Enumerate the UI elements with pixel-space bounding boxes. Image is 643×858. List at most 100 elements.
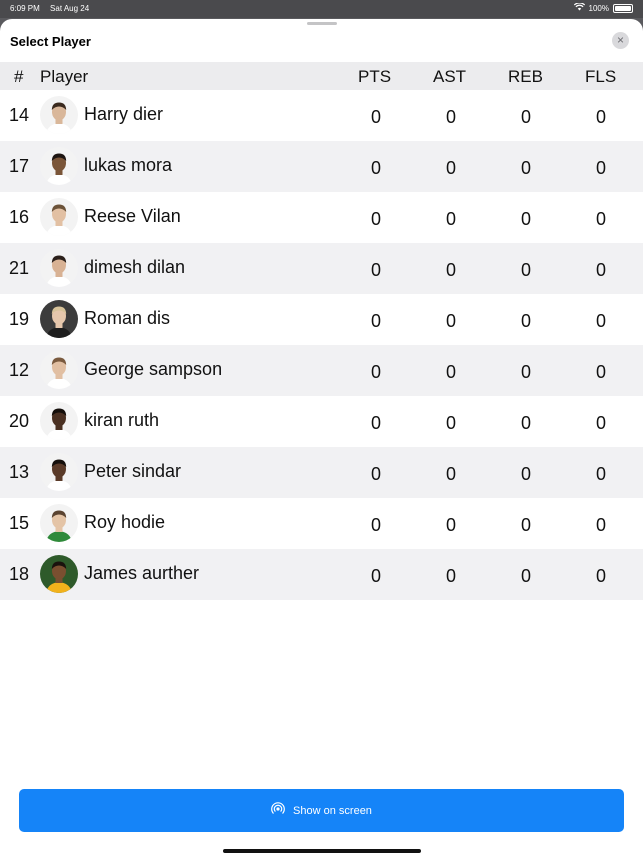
player-list: 14 Harry dier 0 0 0 0 17 lukas mora 0 0 0 0 16 Reese …: [0, 90, 643, 600]
player-reb-value: 0: [520, 260, 531, 280]
player-ast-value: 0: [445, 107, 456, 127]
player-reb-value: 0: [520, 362, 531, 382]
status-bar: 6:09 PM Sat Aug 24 100%: [0, 0, 643, 18]
player-reb-value: 0: [520, 515, 531, 535]
player-fls-value: 0: [595, 413, 606, 433]
player-ast-value: 0: [445, 209, 456, 229]
player-reb-value: 0: [520, 209, 531, 229]
player-pts-value: 0: [370, 362, 381, 382]
player-number: 13: [9, 462, 30, 482]
status-right: 100%: [573, 2, 633, 13]
player-avatar: [40, 249, 78, 287]
player-name: lukas mora: [84, 155, 173, 175]
player-avatar: [40, 402, 78, 440]
select-player-sheet: Select Player × # Player PTS AST REB FLS…: [0, 19, 643, 858]
home-indicator[interactable]: [223, 849, 421, 853]
show-on-screen-button[interactable]: Show on screen: [19, 789, 624, 832]
player-row[interactable]: 16 Reese Vilan 0 0 0 0: [0, 192, 643, 243]
sheet-grabber[interactable]: [307, 22, 337, 25]
broadcast-icon: [271, 802, 285, 819]
player-pts-value: 0: [370, 515, 381, 535]
player-pts-value: 0: [370, 566, 381, 586]
header-fls: FLS: [585, 67, 617, 86]
player-fls-value: 0: [595, 158, 606, 178]
player-fls-value: 0: [595, 260, 606, 280]
player-pts-value: 0: [370, 311, 381, 331]
player-number: 14: [9, 105, 30, 125]
player-number: 17: [9, 156, 30, 176]
player-name: Harry dier: [84, 104, 164, 124]
show-on-screen-label: Show on screen: [293, 804, 372, 817]
player-pts-value: 0: [370, 107, 381, 127]
header-pts: PTS: [358, 67, 392, 86]
player-name: Reese Vilan: [84, 206, 181, 226]
player-row[interactable]: 18 James aurther 0 0 0 0: [0, 549, 643, 600]
player-number: 21: [9, 258, 30, 278]
player-reb-value: 0: [520, 464, 531, 484]
player-fls-value: 0: [595, 209, 606, 229]
player-pts-value: 0: [370, 464, 381, 484]
sheet-title: Select Player: [10, 34, 91, 49]
player-number: 16: [9, 207, 30, 227]
player-row[interactable]: 17 lukas mora 0 0 0 0: [0, 141, 643, 192]
battery-percent: 100%: [588, 3, 609, 13]
player-name: George sampson: [84, 359, 223, 379]
header-number: #: [14, 67, 24, 86]
player-name: Roy hodie: [84, 512, 166, 532]
player-name: James aurther: [84, 563, 200, 583]
player-reb-value: 0: [520, 311, 531, 331]
battery-icon: [613, 3, 633, 13]
player-fls-value: 0: [595, 464, 606, 484]
player-reb-value: 0: [520, 413, 531, 433]
player-avatar: [40, 351, 78, 389]
close-button[interactable]: ×: [612, 32, 629, 49]
player-row[interactable]: 21 dimesh dilan 0 0 0 0: [0, 243, 643, 294]
player-fls-value: 0: [595, 311, 606, 331]
player-avatar: [40, 147, 78, 185]
player-avatar: [40, 198, 78, 236]
player-pts-value: 0: [370, 413, 381, 433]
player-avatar: [40, 555, 78, 593]
player-avatar: [40, 96, 78, 134]
player-ast-value: 0: [445, 413, 456, 433]
player-pts-value: 0: [370, 158, 381, 178]
player-avatar: [40, 453, 78, 491]
player-name: Peter sindar: [84, 461, 182, 481]
player-reb-value: 0: [520, 566, 531, 586]
player-row[interactable]: 15 Roy hodie 0 0 0 0: [0, 498, 643, 549]
wifi-icon: [573, 2, 585, 13]
player-row[interactable]: 20 kiran ruth 0 0 0 0: [0, 396, 643, 447]
player-ast-value: 0: [445, 260, 456, 280]
player-ast-value: 0: [445, 362, 456, 382]
player-name: Roman dis: [84, 308, 171, 328]
status-time: 6:09 PM: [10, 4, 40, 13]
player-number: 15: [9, 513, 30, 533]
player-ast-value: 0: [445, 158, 456, 178]
header-ast: AST: [433, 67, 467, 86]
table-header: # Player PTS AST REB FLS: [0, 62, 643, 90]
player-ast-value: 0: [445, 515, 456, 535]
player-fls-value: 0: [595, 566, 606, 586]
player-ast-value: 0: [445, 464, 456, 484]
player-fls-value: 0: [595, 362, 606, 382]
player-name: kiran ruth: [84, 410, 160, 430]
player-row[interactable]: 13 Peter sindar 0 0 0 0: [0, 447, 643, 498]
header-player: Player: [40, 67, 89, 86]
player-avatar: [40, 300, 78, 338]
header-reb: REB: [508, 67, 543, 86]
player-name: dimesh dilan: [84, 257, 186, 277]
player-number: 19: [9, 309, 30, 329]
player-reb-value: 0: [520, 107, 531, 127]
player-reb-value: 0: [520, 158, 531, 178]
player-pts-value: 0: [370, 260, 381, 280]
player-ast-value: 0: [445, 566, 456, 586]
player-fls-value: 0: [595, 515, 606, 535]
player-row[interactable]: 12 George sampson 0 0 0 0: [0, 345, 643, 396]
player-row[interactable]: 14 Harry dier 0 0 0 0: [0, 90, 643, 141]
player-avatar: [40, 504, 78, 542]
player-number: 12: [9, 360, 30, 380]
player-fls-value: 0: [595, 107, 606, 127]
player-number: 18: [9, 564, 30, 584]
player-pts-value: 0: [370, 209, 381, 229]
player-row[interactable]: 19 Roman dis 0 0 0 0: [0, 294, 643, 345]
